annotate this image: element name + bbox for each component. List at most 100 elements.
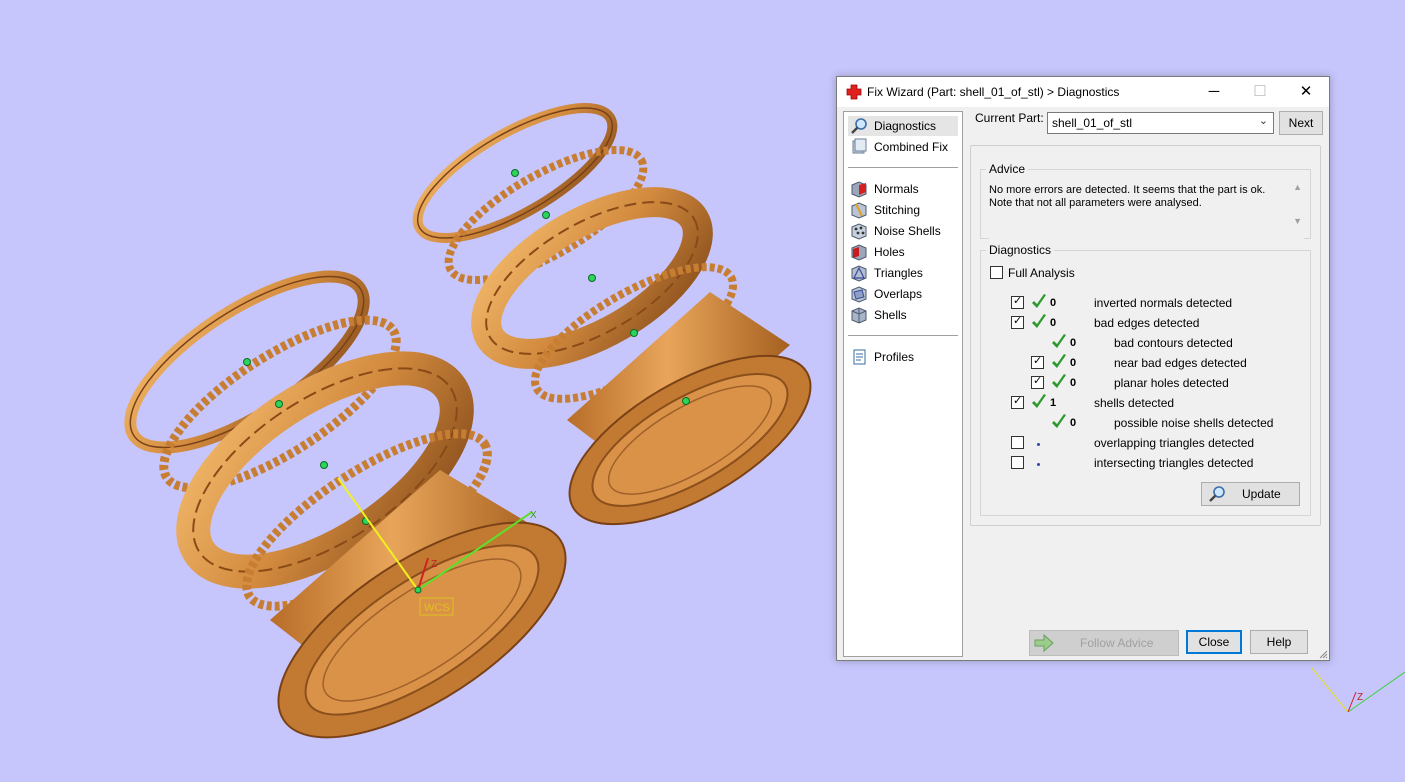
diagnostic-row: overlapping triangles detected: [981, 435, 1301, 455]
nav-item-combined-fix[interactable]: Combined Fix: [848, 137, 958, 157]
close-button[interactable]: Close: [1186, 630, 1242, 654]
help-button[interactable]: Help: [1250, 630, 1308, 654]
ok-check-icon: [1052, 374, 1066, 388]
diagnostic-checkbox[interactable]: [1011, 436, 1024, 449]
scroll-down-icon[interactable]: ▼: [1293, 216, 1302, 226]
diagnostic-checkbox[interactable]: ✓: [1031, 375, 1044, 389]
nav-label-noise-shells: Noise Shells: [874, 224, 941, 238]
ok-check-icon: [1032, 394, 1046, 408]
checkmark-icon: ✓: [1033, 375, 1043, 387]
follow-advice-label: Follow Advice: [1080, 636, 1154, 650]
magnifier-icon: [851, 118, 867, 134]
full-analysis-checkbox[interactable]: [990, 266, 1003, 279]
update-label: Update: [1242, 487, 1281, 501]
diagnostic-label: bad contours detected: [1114, 336, 1233, 350]
diagnostics-panel: Advice No more errors are detected. It s…: [970, 145, 1321, 526]
nav-label-shells: Shells: [874, 308, 907, 322]
diagnostic-checkbox[interactable]: [1011, 456, 1024, 469]
status-dot-icon: [1037, 463, 1040, 466]
diagnostic-row: 0 possible noise shells detected: [981, 414, 1301, 435]
ok-check-icon: [1052, 414, 1066, 428]
axis-z-label: Z: [431, 559, 437, 570]
diagnostic-checkbox[interactable]: ✓: [1011, 295, 1024, 309]
red-cross-icon: [846, 84, 862, 100]
shells-icon: [851, 307, 867, 324]
wizard-navigation: Diagnostics Combined Fix Normals Stitchi…: [843, 111, 963, 657]
noise-shells-icon: [851, 223, 867, 240]
advice-text: No more errors are detected. It seems th…: [989, 184, 1304, 242]
nav-item-profiles[interactable]: Profiles: [848, 347, 958, 367]
diagnostic-checkbox[interactable]: ✓: [1031, 355, 1044, 369]
combined-fix-icon: [852, 138, 867, 154]
nav-label-profiles: Profiles: [874, 350, 915, 364]
diagnostic-checkbox[interactable]: ✓: [1011, 315, 1024, 329]
holes-icon: [851, 244, 867, 261]
ok-check-icon: [1032, 294, 1046, 308]
advice-line-2: Note that not all parameters were analys…: [989, 197, 1202, 209]
diagnostic-count: 0: [1070, 417, 1077, 429]
ok-check-icon: [1052, 354, 1066, 368]
diagnostic-checkbox[interactable]: ✓: [1011, 395, 1024, 409]
nav-label-diagnostics: Diagnostics: [874, 119, 937, 133]
nav-item-shells[interactable]: Shells: [848, 305, 958, 325]
diagnostic-count: 0: [1070, 337, 1077, 349]
checkmark-icon: ✓: [1013, 295, 1023, 307]
mini-axis-indicator: Z: [1311, 667, 1405, 713]
nav-item-diagnostics[interactable]: Diagnostics: [848, 116, 958, 136]
current-part-label: Current Part:: [975, 111, 1044, 125]
mini-axis-z-label: Z: [1357, 692, 1363, 703]
nav-label-holes: Holes: [874, 245, 905, 259]
diagnostic-label: shells detected: [1094, 396, 1175, 410]
chevron-down-icon: ⌄: [1258, 115, 1268, 127]
maximize-button[interactable]: ☐: [1237, 77, 1283, 107]
diagnostic-label: inverted normals detected: [1094, 296, 1233, 310]
fix-wizard-dialog: Fix Wizard (Part: shell_01_of_stl) > Dia…: [836, 76, 1330, 661]
nav-item-triangles[interactable]: Triangles: [848, 263, 958, 283]
diagnostic-count: 0: [1070, 377, 1077, 389]
ok-check-icon: [1052, 334, 1066, 348]
current-part-value: shell_01_of_stl: [1052, 116, 1133, 130]
nav-item-normals[interactable]: Normals: [848, 179, 958, 199]
diagnostic-row: ✓ 0 near bad edges detected: [981, 354, 1301, 375]
checkmark-icon: ✓: [1013, 395, 1023, 407]
nav-item-holes[interactable]: Holes: [848, 242, 958, 262]
follow-advice-button[interactable]: Follow Advice: [1029, 630, 1179, 656]
diagnostic-count: 0: [1050, 297, 1057, 309]
diagnostic-label: possible noise shells detected: [1114, 416, 1274, 430]
ring-model-left[interactable]: [105, 245, 598, 779]
title-bar[interactable]: Fix Wizard (Part: shell_01_of_stl) > Dia…: [837, 77, 1329, 107]
arrow-right-icon: [1034, 634, 1054, 652]
diagnostic-count: 0: [1050, 317, 1057, 329]
resize-grip-icon[interactable]: [1318, 649, 1328, 659]
scroll-up-icon[interactable]: ▲: [1293, 182, 1302, 192]
diagnostic-label: planar holes detected: [1114, 376, 1229, 390]
next-button[interactable]: Next: [1279, 111, 1323, 135]
diagnostic-label: overlapping triangles detected: [1094, 436, 1255, 450]
diagnostic-row: ✓ 1 shells detected: [981, 394, 1301, 415]
nav-label-overlaps: Overlaps: [874, 287, 923, 301]
nav-label-triangles: Triangles: [874, 266, 923, 280]
nav-label-normals: Normals: [874, 182, 919, 196]
diagnostic-label: near bad edges detected: [1114, 356, 1247, 370]
magnifier-icon: [1209, 486, 1225, 502]
nav-item-noise-shells[interactable]: Noise Shells: [848, 221, 958, 241]
checkmark-icon: ✓: [1013, 315, 1023, 327]
checkmark-icon: ✓: [1033, 355, 1043, 367]
diagnostic-label: intersecting triangles detected: [1094, 456, 1254, 470]
minimize-button[interactable]: ─: [1191, 77, 1237, 107]
diagnostic-row: ✓ 0 inverted normals detected: [981, 294, 1301, 315]
ok-check-icon: [1032, 314, 1046, 328]
window-title: Fix Wizard (Part: shell_01_of_stl) > Dia…: [867, 85, 1120, 99]
diagnostics-title: Diagnostics: [986, 243, 1055, 257]
diagnostic-row: intersecting triangles detected: [981, 455, 1301, 475]
diagnostic-count: 0: [1070, 357, 1077, 369]
close-window-button[interactable]: ✕: [1283, 77, 1329, 107]
diagnostic-count: 1: [1050, 397, 1057, 409]
triangles-icon: [851, 265, 867, 282]
current-part-select[interactable]: shell_01_of_stl ⌄: [1047, 112, 1274, 134]
nav-item-overlaps[interactable]: Overlaps: [848, 284, 958, 304]
status-dot-icon: [1037, 443, 1040, 446]
nav-item-stitching[interactable]: Stitching: [848, 200, 958, 220]
nav-label-stitching: Stitching: [874, 203, 921, 217]
update-button[interactable]: Update: [1201, 482, 1300, 506]
